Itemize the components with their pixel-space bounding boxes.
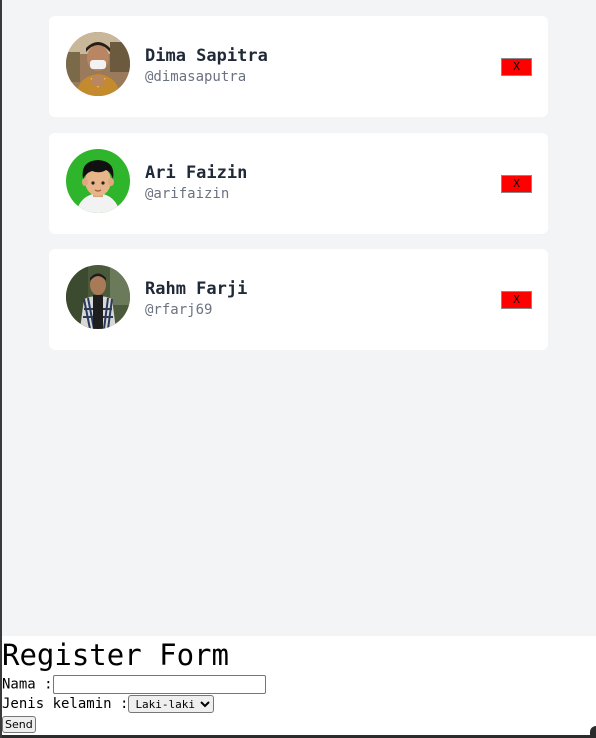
delete-button[interactable]: X (501, 291, 532, 309)
gender-row: Jenis kelamin : Laki-laki (2, 695, 215, 713)
avatar (66, 265, 130, 329)
user-handle: @dimasaputra (145, 69, 247, 85)
register-form: Register Form Nama : Jenis kelamin : Laki… (2, 636, 596, 735)
user-card: Rahm Farji @rfarj69 X (49, 249, 548, 350)
user-card: Dima Sapitra @dimasaputra X (49, 16, 548, 117)
person-photo-icon (66, 265, 130, 329)
send-button[interactable]: Send (2, 716, 36, 733)
avatar (66, 32, 130, 96)
user-card: Ari Faizin @arifaizin X (49, 133, 548, 234)
user-list: Dima Sapitra @dimasaputra X Ari Faizin @… (2, 0, 596, 636)
delete-button[interactable]: X (501, 58, 532, 76)
user-name: Dima Sapitra (145, 46, 268, 66)
nama-input[interactable] (52, 675, 266, 694)
avatar (66, 149, 130, 213)
gender-select[interactable]: Laki-laki (128, 695, 215, 713)
user-name: Rahm Farji (145, 279, 248, 299)
window-corner (590, 726, 596, 738)
gender-label: Jenis kelamin : (2, 696, 129, 712)
cartoon-avatar-icon (66, 149, 130, 213)
nama-row: Nama : (2, 675, 266, 694)
user-handle: @arifaizin (145, 186, 230, 202)
nama-label: Nama : (2, 676, 53, 693)
person-photo-icon (66, 32, 130, 96)
user-name: Ari Faizin (145, 163, 248, 183)
delete-button[interactable]: X (501, 175, 532, 193)
user-handle: @rfarj69 (145, 302, 213, 318)
form-title: Register Form (2, 638, 229, 672)
